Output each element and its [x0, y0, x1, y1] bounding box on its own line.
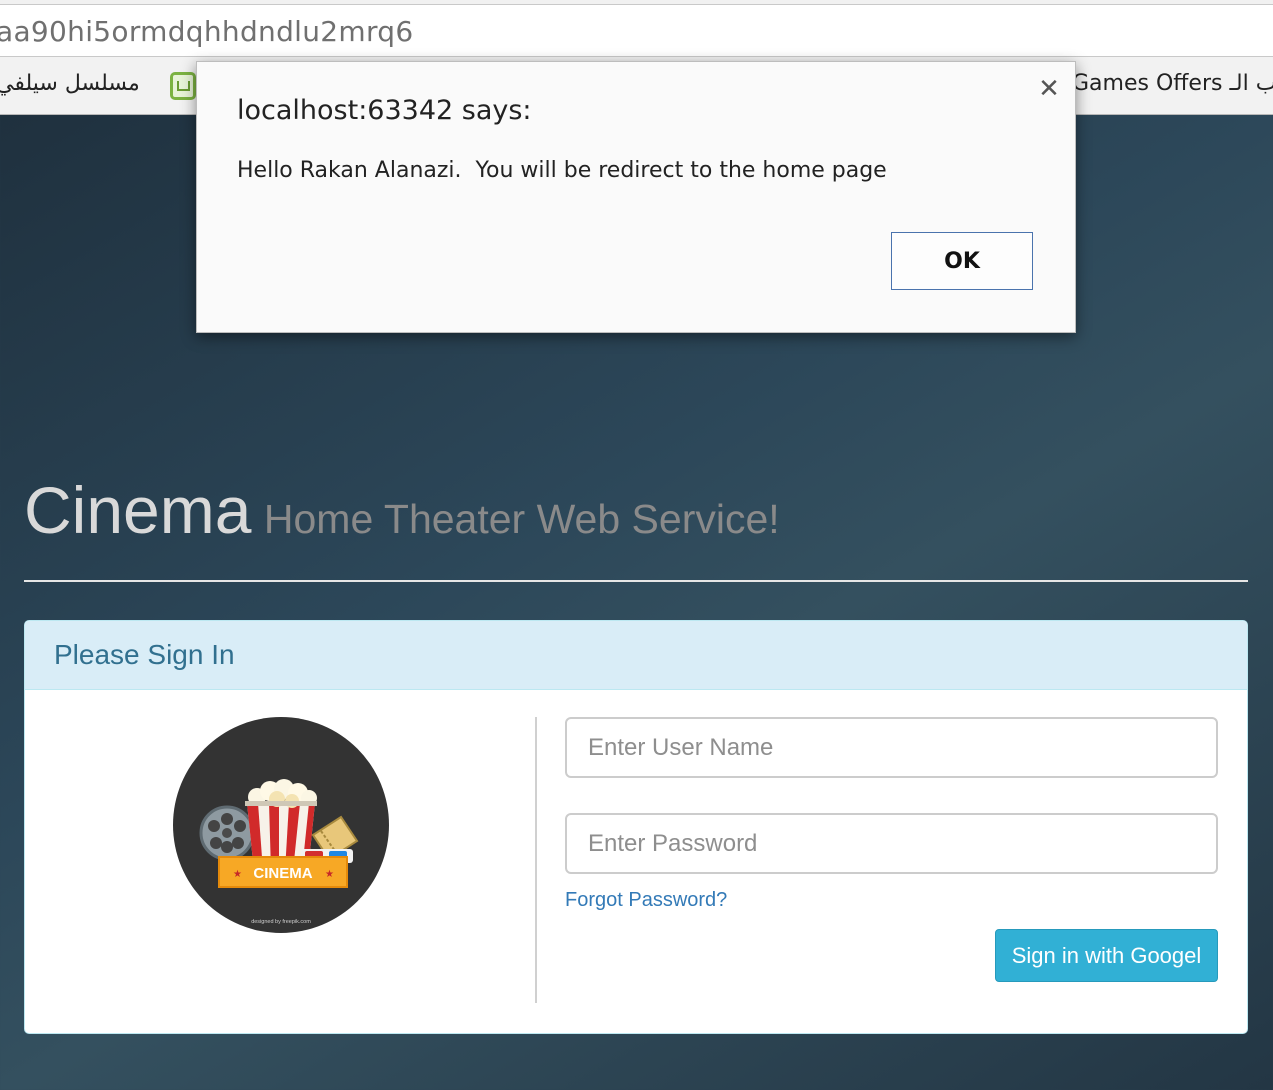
alert-dialog-title: localhost:63342 says:	[237, 95, 532, 126]
bookmark-site-icon[interactable]	[170, 72, 196, 100]
cinema-banner: CINEMA ★ ★	[218, 856, 348, 888]
logo-credit-text: designed by freepik.com	[251, 919, 311, 925]
alert-dialog-message: Hello Rakan Alanazi. You will be redirec…	[237, 158, 887, 183]
svg-text:★: ★	[233, 869, 242, 880]
cinema-logo: CINEMA ★ ★ designed by freepik.com	[173, 717, 389, 933]
svg-text:★: ★	[325, 869, 334, 880]
bookmark-item-selfie[interactable]: مسلسل سيلفي	[0, 71, 140, 96]
signin-panel-title: Please Sign In	[54, 639, 235, 670]
address-bar[interactable]: aa90hi5ormdqhhdndlu2mrq6	[0, 4, 1273, 57]
page-heading: Cinema Home Theater Web Service!	[24, 472, 780, 548]
cinema-banner-text: CINEMA	[253, 865, 312, 882]
panel-column-divider	[535, 717, 537, 1003]
film-reel-icon	[199, 805, 255, 861]
google-signin-button[interactable]: Sign in with Googel	[995, 929, 1218, 982]
password-input[interactable]	[565, 813, 1218, 874]
alert-dialog: ✕ localhost:63342 says: Hello Rakan Alan…	[196, 61, 1076, 333]
bookmark-item-games-offers[interactable]: Games Offers باب الـ	[1072, 71, 1273, 96]
signin-panel-header: Please Sign In	[25, 621, 1247, 690]
forgot-password-link[interactable]: Forgot Password?	[565, 889, 727, 912]
address-bar-url[interactable]: aa90hi5ormdqhhdndlu2mrq6	[0, 15, 413, 48]
page-subtitle: Home Theater Web Service!	[263, 496, 780, 542]
username-input[interactable]	[565, 717, 1218, 778]
ok-button[interactable]: OK	[891, 232, 1033, 290]
close-icon[interactable]: ✕	[1035, 74, 1063, 104]
signin-panel: Please Sign In CINEMA ★ ★ designed by fr…	[24, 620, 1248, 1034]
heading-divider	[24, 580, 1248, 582]
page-title: Cinema	[24, 473, 252, 547]
